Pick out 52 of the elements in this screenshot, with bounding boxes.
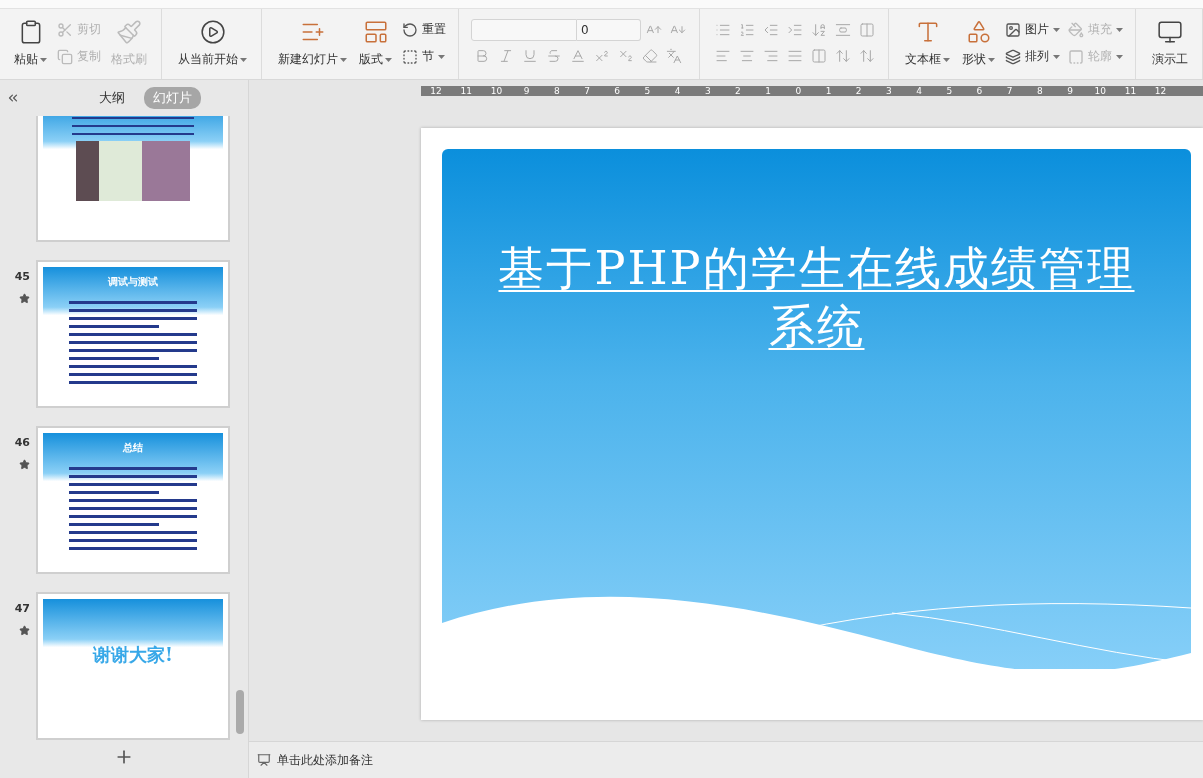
- star-icon: [19, 625, 30, 636]
- caret-icon: [40, 57, 47, 62]
- font-size-field[interactable]: 0: [577, 19, 641, 41]
- copy-icon: [57, 48, 73, 65]
- scrollbar-thumb[interactable]: [236, 690, 244, 734]
- slide-title: 调试与测试: [108, 275, 158, 289]
- caret-icon: [240, 57, 247, 62]
- caret-icon: [943, 57, 950, 62]
- monitor-icon: [1157, 19, 1183, 45]
- shapes-icon: [965, 19, 992, 45]
- ribbon-button[interactable]: 粘贴: [10, 15, 51, 72]
- caret-icon: [385, 57, 392, 62]
- ribbon-button[interactable]: 演示工: [1148, 15, 1192, 72]
- ribbon-button[interactable]: 文本框: [901, 15, 954, 72]
- caret-icon: [988, 57, 995, 62]
- panel-tab[interactable]: 大纲: [90, 87, 134, 109]
- slide-title: 谢谢大家!: [93, 643, 173, 667]
- caret-icon: [438, 54, 445, 59]
- caret-icon: [1116, 54, 1123, 59]
- caret-icon: [1116, 27, 1123, 32]
- font-name-field[interactable]: [471, 19, 577, 41]
- slide-number: 46: [14, 436, 30, 449]
- layout-icon: [362, 19, 389, 45]
- layers-icon: [1005, 48, 1021, 65]
- caret-icon: [1053, 54, 1060, 59]
- slide-number: 45: [14, 270, 30, 283]
- ribbon-button[interactable]: 图片: [1003, 19, 1062, 40]
- outline-icon: [1068, 48, 1084, 65]
- caret-icon: [1053, 27, 1060, 32]
- caret-icon: [340, 57, 347, 62]
- ribbon-button[interactable]: 排列: [1003, 46, 1062, 67]
- notes-icon: [257, 753, 271, 767]
- star-icon: [19, 459, 30, 470]
- slide-title: 基于PHP的学生在线成绩管理系统: [497, 240, 1136, 355]
- fill-icon: [1068, 21, 1084, 38]
- ruler: 12 11 10 9 8 7 6 5 4 3 2 1 0 1 2 3 4 5 6 7 8 9 10 11 12: [421, 86, 1203, 96]
- scissors-icon: [57, 21, 73, 38]
- slide-number: 47: [14, 602, 30, 615]
- ribbon-button[interactable]: 新建幻灯片: [274, 15, 351, 72]
- ribbon-button[interactable]: 形状: [958, 15, 999, 72]
- notes-placeholder[interactable]: 单击此处添加备注: [277, 751, 373, 769]
- paintbrush-icon: [116, 19, 142, 45]
- play-icon: [199, 19, 226, 45]
- slide-title: 总结: [123, 441, 143, 455]
- ribbon-button[interactable]: 从当前开始: [174, 15, 251, 72]
- ribbon-button[interactable]: 版式: [355, 15, 396, 72]
- star-icon: [19, 293, 30, 304]
- reset-icon: [402, 21, 418, 38]
- ribbon-button[interactable]: 重置: [400, 19, 448, 40]
- ribbon-button[interactable]: 节: [400, 46, 448, 67]
- collapse-icon[interactable]: [6, 91, 20, 105]
- image-icon: [1005, 21, 1021, 38]
